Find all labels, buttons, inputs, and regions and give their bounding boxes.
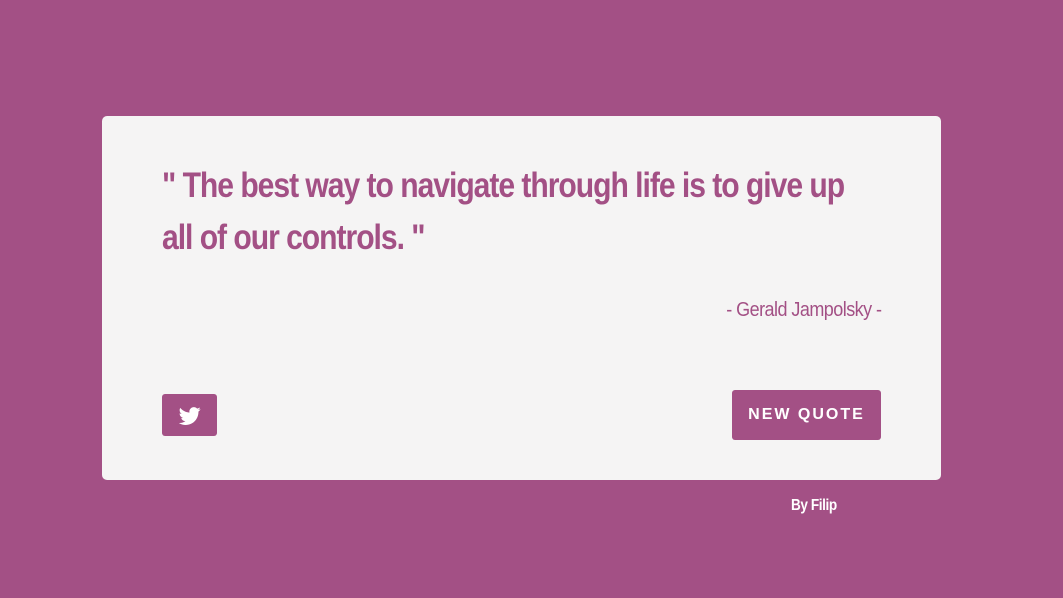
author-credit: By Filip <box>791 497 837 514</box>
quote-text: " The best way to navigate through life … <box>162 166 845 257</box>
new-quote-button[interactable]: NEW QUOTE <box>732 390 881 440</box>
quote-author: - Gerald Jampolsky - <box>725 299 882 321</box>
tweet-button[interactable] <box>162 394 217 436</box>
quote-card: " The best way to navigate through life … <box>102 116 941 480</box>
twitter-icon <box>178 407 201 425</box>
